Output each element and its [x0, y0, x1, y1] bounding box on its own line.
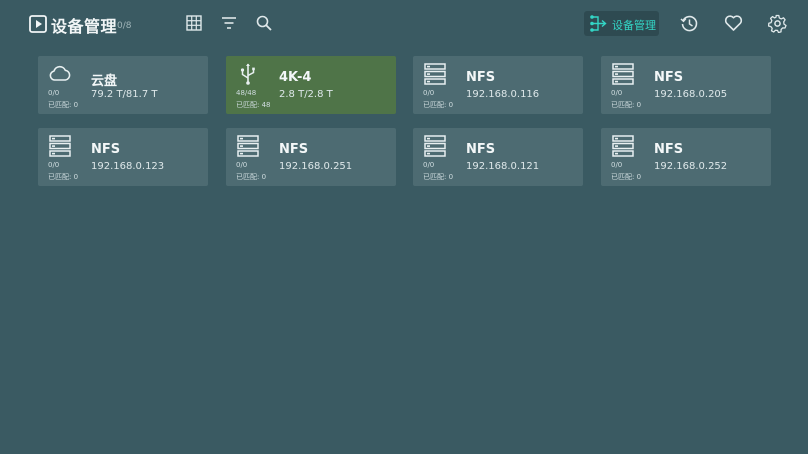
server-icon	[611, 134, 635, 158]
device-file-count: 0/0	[423, 89, 435, 97]
device-detail: 192.168.0.116	[466, 89, 540, 100]
device-name: NFS	[466, 142, 496, 157]
server-icon	[236, 134, 260, 158]
grid-view-icon[interactable]	[185, 14, 203, 32]
device-card[interactable]: 0/0 已匹配: 0 NFS 192.168.0.121	[413, 128, 583, 186]
device-matched-count: 已匹配: 0	[48, 173, 79, 181]
device-matched-count: 已匹配: 0	[423, 173, 454, 181]
device-card[interactable]: 0/0 已匹配: 0 NFS 192.168.0.123	[38, 128, 208, 186]
device-name: NFS	[654, 70, 684, 85]
device-matched-count: 已匹配: 0	[611, 101, 642, 109]
device-card[interactable]: 0/0 已匹配: 0 NFS 192.168.0.251	[226, 128, 396, 186]
device-matched-count: 已匹配: 0	[48, 101, 79, 109]
device-manage-label: 设备管理	[612, 19, 656, 32]
device-detail: 79.2 T/81.7 T	[91, 89, 158, 100]
server-icon	[48, 134, 72, 158]
filter-icon[interactable]	[220, 14, 238, 32]
device-file-count: 0/0	[611, 89, 623, 97]
page-title: 设备管理	[51, 17, 118, 36]
device-count: 0/8	[117, 21, 132, 31]
device-detail: 2.8 T/2.8 T	[279, 89, 333, 100]
device-file-count: 0/0	[48, 89, 60, 97]
source-tree-icon	[590, 15, 607, 32]
device-name: NFS	[279, 142, 309, 157]
server-icon	[611, 62, 635, 86]
device-detail: 192.168.0.252	[654, 161, 728, 172]
device-file-count: 48/48	[236, 89, 257, 97]
device-detail: 192.168.0.121	[466, 161, 540, 172]
favorite-heart-icon[interactable]	[724, 14, 743, 33]
top-bar: 设备管理 0/8 设备管理	[0, 0, 808, 48]
device-matched-count: 已匹配: 0	[611, 173, 642, 181]
settings-gear-icon[interactable]	[768, 14, 787, 33]
device-card[interactable]: 48/48 已匹配: 48 4K-4 2.8 T/2.8 T	[226, 56, 396, 114]
device-detail: 192.168.0.123	[91, 161, 165, 172]
device-name: 4K-4	[279, 70, 312, 85]
device-card[interactable]: 0/0 已匹配: 0 NFS 192.168.0.205	[601, 56, 771, 114]
device-name: NFS	[466, 70, 496, 85]
cloud-icon	[48, 62, 72, 86]
device-card[interactable]: 0/0 已匹配: 0 NFS 192.168.0.252	[601, 128, 771, 186]
search-icon[interactable]	[255, 14, 273, 32]
device-detail: 192.168.0.251	[279, 161, 353, 172]
device-file-count: 0/0	[423, 161, 435, 169]
device-file-count: 0/0	[611, 161, 623, 169]
device-matched-count: 已匹配: 0	[423, 101, 454, 109]
device-detail: 192.168.0.205	[654, 89, 728, 100]
device-file-count: 0/0	[48, 161, 60, 169]
device-matched-count: 已匹配: 48	[236, 101, 271, 109]
server-icon	[423, 134, 447, 158]
device-name: NFS	[654, 142, 684, 157]
device-name: 云盘	[91, 74, 118, 89]
device-card[interactable]: 0/0 已匹配: 0 NFS 192.168.0.116	[413, 56, 583, 114]
history-icon[interactable]	[680, 14, 699, 33]
usb-icon	[236, 62, 260, 86]
device-name: NFS	[91, 142, 121, 157]
device-file-count: 0/0	[236, 161, 248, 169]
device-manage-button[interactable]: 设备管理	[584, 11, 659, 36]
server-icon	[423, 62, 447, 86]
play-square-icon	[29, 15, 47, 33]
device-card[interactable]: 0/0 已匹配: 0 云盘 79.2 T/81.7 T	[38, 56, 208, 114]
device-matched-count: 已匹配: 0	[236, 173, 267, 181]
